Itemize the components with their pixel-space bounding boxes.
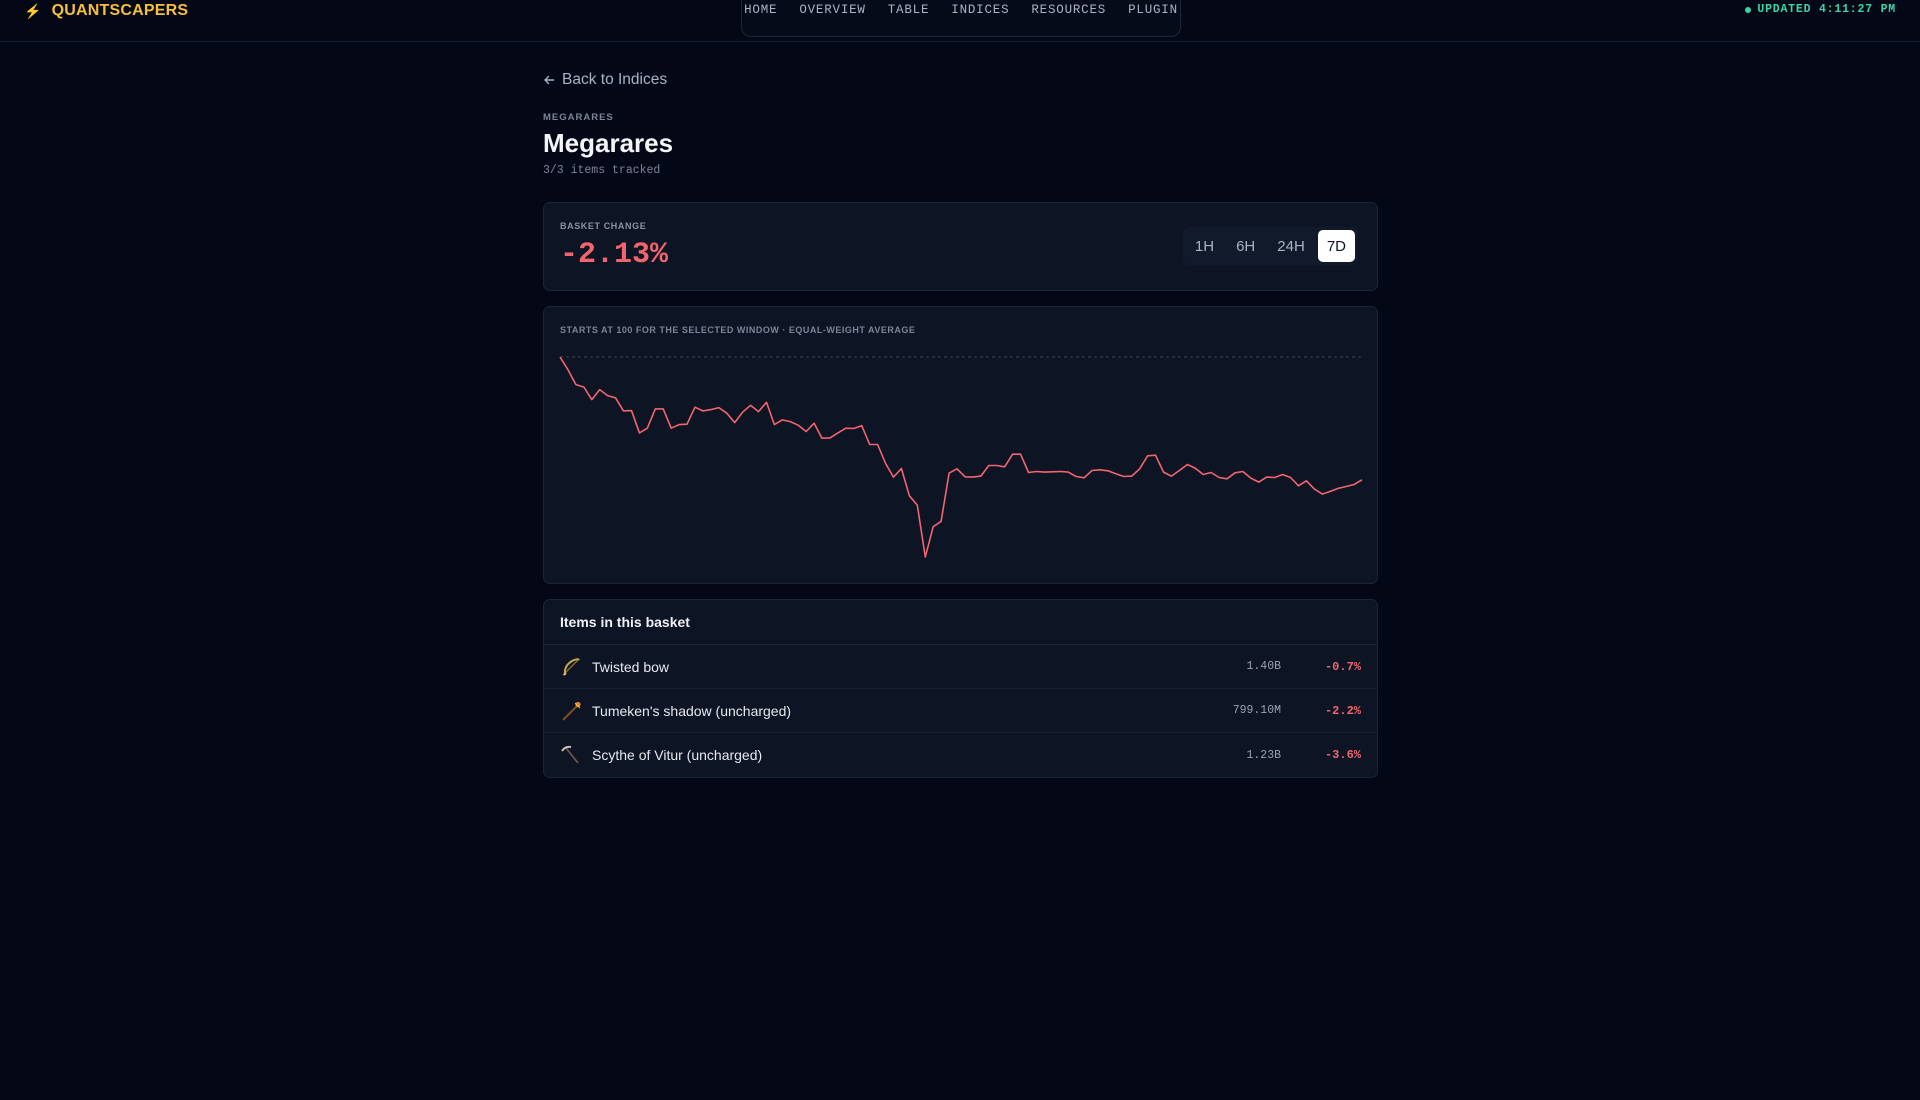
- live-dot-icon: [1745, 6, 1752, 13]
- page-title: Megarares: [543, 128, 674, 158]
- item-price: 1.23B: [1246, 748, 1281, 762]
- item-row[interactable]: Tumeken's shadow (uncharged) 799.10M -2.…: [544, 689, 1377, 733]
- items-heading: Items in this basket: [544, 600, 1377, 645]
- updated-status: UPDATED 4:11:27 PM: [1745, 3, 1896, 16]
- range-selector: 1H 6H 24H 7D: [1182, 227, 1358, 265]
- item-name: Scythe of Vitur (uncharged): [592, 747, 763, 763]
- basket-change-value: -2.13%: [560, 238, 669, 272]
- arrow-left-icon: [544, 75, 555, 85]
- item-change: -0.7%: [1324, 659, 1361, 674]
- twisted-bow-icon: [562, 657, 580, 676]
- nav-plugin[interactable]: PLUGIN: [1117, 0, 1189, 36]
- back-link[interactable]: Back to Indices: [543, 60, 1378, 100]
- items-tracked: 3/3 items tracked: [543, 164, 661, 177]
- brand-logo[interactable]: ⚡ QUANTSCAPERS: [24, 1, 188, 21]
- item-price: 1.40B: [1246, 660, 1281, 673]
- top-bar: ⚡ QUANTSCAPERS HOME OVERVIEW TABLE INDIC…: [0, 0, 1920, 42]
- main-nav: HOME OVERVIEW TABLE INDICES RESOURCES PL…: [741, 0, 1181, 37]
- index-chart-card: STARTS AT 100 FOR THE SELECTED WINDOW · …: [543, 306, 1378, 584]
- range-6h[interactable]: 6H: [1227, 230, 1264, 262]
- nav-table[interactable]: TABLE: [877, 0, 941, 36]
- item-price: 799.10M: [1232, 704, 1281, 717]
- basket-change-card: BASKET CHANGE -2.13% 1H 6H 24H 7D: [543, 202, 1378, 291]
- range-7d[interactable]: 7D: [1317, 230, 1355, 262]
- item-change: -3.6%: [1324, 748, 1361, 762]
- nav-overview[interactable]: OVERVIEW: [788, 0, 876, 36]
- index-series-line: [559, 356, 1363, 558]
- brand-name: QUANTSCAPERS: [51, 2, 189, 19]
- item-change: -2.2%: [1324, 703, 1361, 718]
- index-eyebrow: MEGARARES: [543, 112, 614, 123]
- item-row[interactable]: Scythe of Vitur (uncharged) 1.23B -3.6%: [544, 733, 1377, 777]
- tumekens-shadow-icon: [562, 701, 581, 721]
- scythe-icon: [561, 745, 579, 764]
- range-24h[interactable]: 24H: [1268, 230, 1314, 262]
- lightning-icon: ⚡: [24, 2, 42, 19]
- item-name: Twisted bow: [592, 658, 670, 675]
- basket-change-label: BASKET CHANGE: [560, 221, 647, 231]
- updated-text: UPDATED 4:11:27 PM: [1757, 3, 1896, 16]
- main-content: Back to Indices MEGARARES Megarares 3/3 …: [543, 60, 1378, 778]
- index-line-chart: [559, 356, 1363, 558]
- nav-resources[interactable]: RESOURCES: [1020, 0, 1117, 36]
- item-row[interactable]: Twisted bow 1.40B -0.7%: [544, 645, 1377, 689]
- back-link-label: Back to Indices: [562, 71, 668, 88]
- nav-home[interactable]: HOME: [733, 0, 788, 36]
- item-name: Tumeken's shadow (uncharged): [592, 702, 792, 719]
- basket-items-card: Items in this basket Twisted bow 1.40B -…: [543, 599, 1378, 778]
- range-1h[interactable]: 1H: [1186, 230, 1223, 262]
- nav-indices[interactable]: INDICES: [940, 0, 1020, 36]
